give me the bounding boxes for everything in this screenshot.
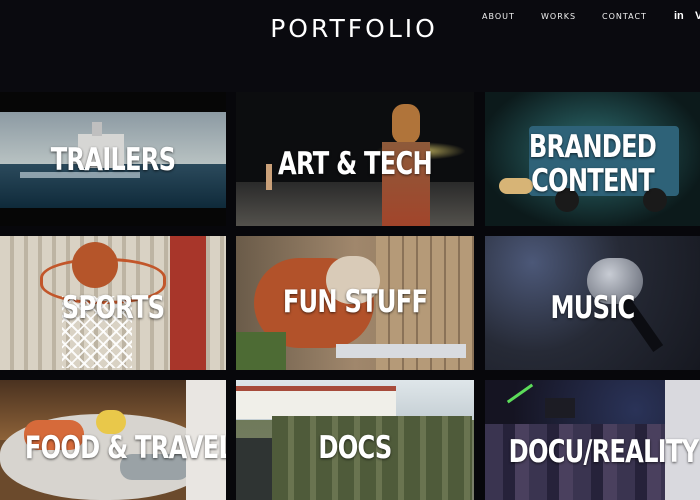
tile-trailers[interactable]: TRAILERS xyxy=(0,92,226,226)
tile-docs[interactable]: DOCS xyxy=(236,380,474,500)
tile-fun-stuff[interactable]: FUN STUFF xyxy=(236,236,474,370)
tile-branded-content[interactable]: BRANDED CONTENT xyxy=(485,92,700,226)
vimeo-icon[interactable]: V xyxy=(695,10,700,22)
tile-label: FOOD & TRAVEL xyxy=(24,430,226,466)
nav-contact[interactable]: CONTACT xyxy=(602,12,647,21)
tile-music[interactable]: MUSIC xyxy=(485,236,700,370)
tile-label: TRAILERS xyxy=(50,142,176,178)
nav-about[interactable]: ABOUT xyxy=(482,12,515,21)
site-header: PORTFOLIO ABOUT WORKS CONTACT in V xyxy=(0,0,700,92)
tile-docu-reality[interactable]: DOCU/REALITY xyxy=(485,380,700,500)
tile-label: MUSIC xyxy=(550,290,636,326)
tile-label: DOCU/REALITY xyxy=(508,434,700,470)
linkedin-icon[interactable]: in xyxy=(674,10,684,22)
tile-label: ART & TECH xyxy=(278,146,433,182)
tile-label: DOCS xyxy=(318,430,392,466)
nav-works[interactable]: WORKS xyxy=(541,12,576,21)
site-title[interactable]: PORTFOLIO xyxy=(0,14,700,43)
tile-sports[interactable]: SPORTS xyxy=(0,236,226,370)
tile-label-line2: CONTENT xyxy=(531,163,655,199)
tile-label-line1: BRANDED xyxy=(528,129,657,165)
tile-art-tech[interactable]: ART & TECH xyxy=(236,92,474,226)
tile-food-travel[interactable]: FOOD & TRAVEL xyxy=(0,380,226,500)
tile-label: FUN STUFF xyxy=(282,284,428,320)
tile-label: SPORTS xyxy=(61,290,165,326)
